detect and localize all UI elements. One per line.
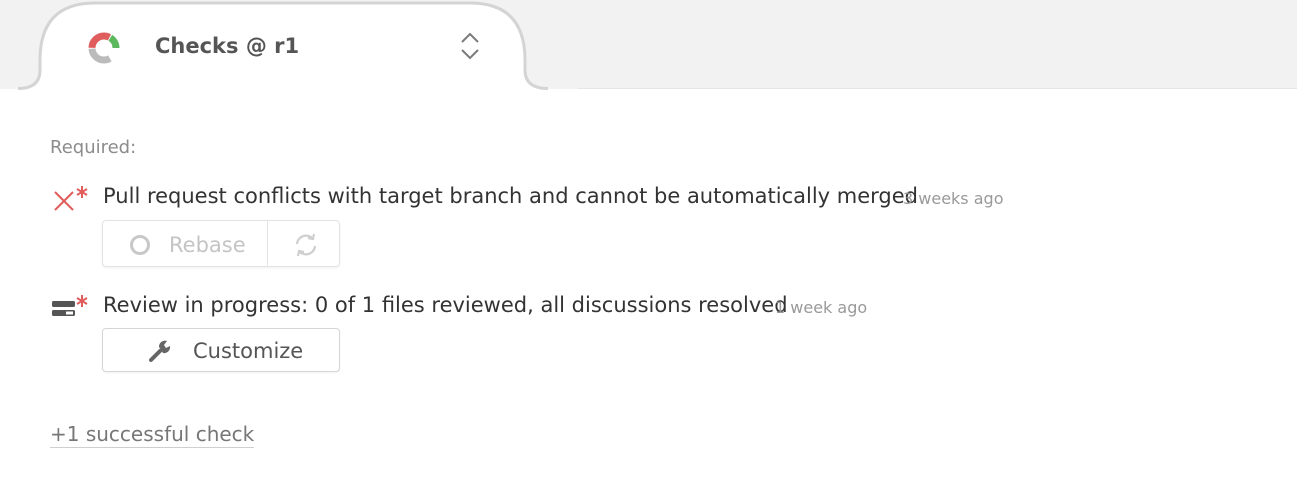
- rebase-button-group: Rebase: [102, 220, 340, 267]
- review-progress-icon: [52, 295, 88, 316]
- check-review-time: 1 week ago: [775, 298, 868, 317]
- tab-title: Checks @ r1: [155, 34, 300, 58]
- check-status-donut-icon: [88, 32, 120, 64]
- check-conflict-time: 3 weeks ago: [903, 189, 1004, 208]
- required-label: Required:: [50, 137, 137, 158]
- chevron-up-down-icon[interactable]: [459, 31, 481, 61]
- customize-button[interactable]: Customize: [102, 328, 340, 372]
- refresh-button[interactable]: [268, 221, 339, 266]
- failed-required-x-icon: [54, 186, 88, 211]
- check-review-text: Review in progress: 0 of 1 files reviewe…: [103, 293, 788, 317]
- rebase-label: Rebase: [169, 233, 246, 257]
- customize-label: Customize: [193, 339, 304, 363]
- successful-checks-link[interactable]: +1 successful check: [50, 422, 255, 448]
- check-conflict-text: Pull request conflicts with target branc…: [103, 184, 919, 208]
- refresh-icon: [295, 233, 317, 257]
- rebase-button[interactable]: Rebase: [103, 221, 268, 266]
- wrench-icon: [149, 340, 171, 362]
- circle-icon: [130, 235, 150, 255]
